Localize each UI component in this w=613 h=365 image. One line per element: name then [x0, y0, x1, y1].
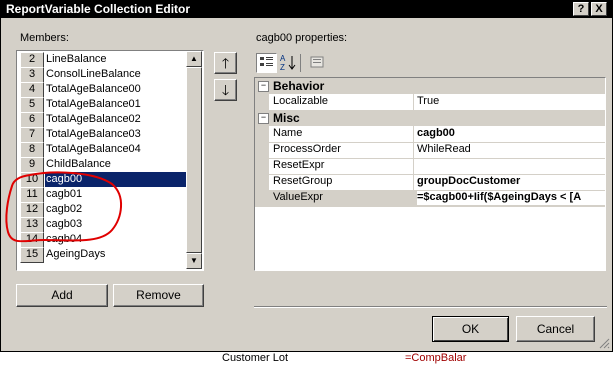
- property-row[interactable]: ProcessOrder WhileRead: [255, 142, 605, 159]
- toolbar-separator: [300, 54, 301, 72]
- list-item-name: TotalAgeBalance01: [46, 98, 141, 110]
- list-item[interactable]: 6 TotalAgeBalance02: [18, 112, 186, 128]
- property-name: ResetExpr: [273, 159, 325, 171]
- column-divider[interactable]: [413, 190, 414, 206]
- collapse-icon[interactable]: −: [258, 81, 269, 92]
- scroll-down-arrow-icon[interactable]: ▼: [186, 253, 202, 269]
- scroll-thumb[interactable]: [186, 67, 202, 253]
- red-annotation-circle: [5, 171, 122, 243]
- property-value[interactable]: WhileRead: [417, 143, 605, 155]
- list-item-name: TotalAgeBalance03: [46, 128, 141, 140]
- arrow-up-icon: 🡑: [221, 55, 230, 71]
- list-item[interactable]: 8 TotalAgeBalance04: [18, 142, 186, 158]
- list-item-name: TotalAgeBalance00: [46, 83, 141, 95]
- column-divider[interactable]: [413, 142, 414, 158]
- list-item-index: 2: [20, 52, 44, 68]
- list-item-index: 4: [20, 82, 44, 98]
- svg-text:A: A: [280, 54, 286, 63]
- row-gutter: [255, 142, 269, 158]
- scroll-up-arrow-icon[interactable]: ▲: [186, 51, 202, 67]
- property-name: Localizable: [273, 95, 329, 107]
- close-button[interactable]: X: [591, 2, 607, 16]
- property-row[interactable]: ResetExpr: [255, 158, 605, 175]
- collapse-icon[interactable]: −: [258, 113, 269, 124]
- svg-text:Z: Z: [280, 63, 285, 71]
- property-name: Name: [273, 127, 303, 139]
- column-divider[interactable]: [413, 94, 414, 110]
- alphabetical-view-button[interactable]: A Z: [278, 53, 299, 73]
- property-name: ResetGroup: [273, 175, 333, 187]
- column-divider[interactable]: [413, 158, 414, 174]
- list-item[interactable]: 2 LineBalance: [18, 52, 186, 68]
- property-value[interactable]: groupDocCustomer: [417, 175, 605, 187]
- property-row[interactable]: Localizable True: [255, 94, 605, 111]
- list-item-name: ConsolLineBalance: [46, 68, 141, 80]
- categorized-icon: [260, 57, 273, 66]
- categorized-view-button[interactable]: [256, 53, 277, 73]
- property-value[interactable]: =$cagb00+Iif($AgeingDays < [A: [417, 191, 605, 205]
- cancel-button[interactable]: Cancel: [516, 316, 595, 342]
- property-name: ProcessOrder: [273, 143, 341, 155]
- window-title: ReportVariable Collection Editor: [6, 2, 191, 16]
- category-title: Misc: [273, 111, 300, 125]
- property-category[interactable]: − Behavior: [255, 78, 605, 94]
- property-row[interactable]: ValueExpr =$cagb00+Iif($AgeingDays < [A: [255, 190, 605, 207]
- property-row[interactable]: Name cagb00: [255, 126, 605, 143]
- list-item-index: 7: [20, 127, 44, 143]
- members-label: Members:: [20, 32, 69, 44]
- row-gutter: [255, 126, 269, 142]
- property-value[interactable]: cagb00: [417, 127, 605, 139]
- list-item-name: LineBalance: [46, 53, 107, 65]
- add-button[interactable]: Add: [16, 284, 108, 307]
- members-scrollbar[interactable]: ▲ ▼: [186, 51, 202, 269]
- help-button[interactable]: ?: [573, 2, 589, 16]
- list-item[interactable]: 5 TotalAgeBalance01: [18, 97, 186, 113]
- background-text-customer: Customer Lot: [222, 352, 289, 364]
- list-item-name: TotalAgeBalance04: [46, 143, 141, 155]
- move-up-button[interactable]: 🡑: [214, 52, 237, 74]
- row-gutter: [255, 158, 269, 174]
- property-pages-button[interactable]: [308, 53, 329, 73]
- list-item-index: 8: [20, 142, 44, 158]
- row-gutter: [255, 174, 269, 190]
- list-item-index: 3: [20, 67, 44, 83]
- resize-grip-icon[interactable]: [598, 337, 610, 349]
- title-bar: ReportVariable Collection Editor: [1, 1, 612, 18]
- property-grid[interactable]: − Behavior Localizable True − Misc Name cagb00 P…: [254, 77, 606, 271]
- list-item[interactable]: 7 TotalAgeBalance03: [18, 127, 186, 143]
- property-row[interactable]: ResetGroup groupDocCustomer: [255, 174, 605, 191]
- properties-label: cagb00 properties:: [256, 32, 348, 44]
- background-text-balance: =CompBalar: [405, 352, 467, 364]
- move-down-button[interactable]: 🡓: [214, 79, 237, 101]
- list-item-name: TotalAgeBalance02: [46, 113, 141, 125]
- list-item-index: 5: [20, 97, 44, 113]
- property-name: ValueExpr: [273, 191, 323, 203]
- list-item[interactable]: 3 ConsolLineBalance: [18, 67, 186, 83]
- ok-button[interactable]: OK: [432, 316, 509, 342]
- category-title: Behavior: [273, 79, 325, 93]
- background-report-strip: Customer Lot =CompBalar: [0, 352, 613, 365]
- footer-separator: [254, 306, 607, 308]
- list-item[interactable]: 4 TotalAgeBalance00: [18, 82, 186, 98]
- row-gutter: [255, 94, 269, 110]
- arrow-down-icon: 🡓: [221, 82, 230, 98]
- row-gutter: [255, 190, 269, 206]
- column-divider[interactable]: [413, 126, 414, 142]
- list-item-index: 6: [20, 112, 44, 128]
- column-divider[interactable]: [413, 174, 414, 190]
- property-value[interactable]: True: [417, 95, 605, 107]
- sort-alphabetical-icon: A Z: [280, 54, 296, 72]
- property-pages-icon: [310, 56, 324, 68]
- property-category[interactable]: − Misc: [255, 110, 605, 126]
- remove-button[interactable]: Remove: [113, 284, 204, 307]
